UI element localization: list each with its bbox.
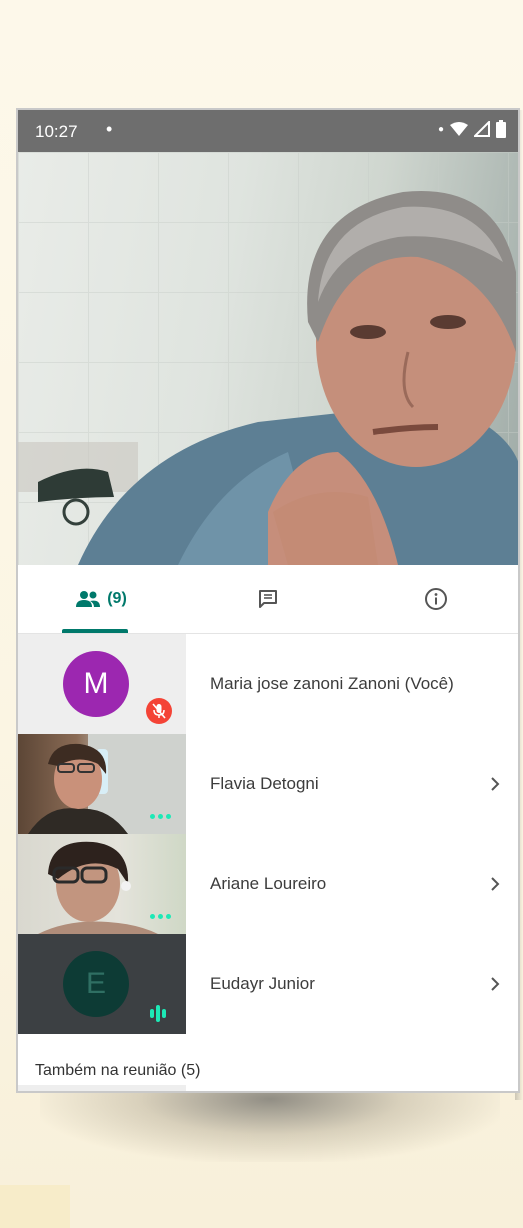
participant-name: Flavia Detogni [210, 774, 319, 793]
people-count: (9) [107, 590, 127, 607]
tab-selected-indicator [62, 629, 128, 633]
info-icon [425, 588, 447, 610]
participant-row[interactable]: M Maria jose zanoni Zanoni (Você) [18, 634, 518, 734]
muted-mic-icon [146, 698, 172, 724]
participant-row[interactable]: E Eudayr Junior [18, 934, 518, 1034]
next-participant-thumbnail-partial [18, 1085, 186, 1091]
more-options-dots-icon [150, 914, 171, 919]
status-icons: ● [438, 120, 506, 138]
background-patch [0, 1185, 70, 1228]
participant-thumbnail: E [18, 934, 186, 1034]
participant-thumbnail: M [18, 634, 186, 734]
battery-icon [496, 120, 506, 138]
avatar: M [63, 651, 129, 717]
tab-chat[interactable] [184, 565, 352, 633]
more-options-dots-icon [150, 814, 171, 819]
main-video-feed[interactable] [18, 152, 518, 565]
speaking-indicator-icon [150, 1005, 166, 1022]
also-in-meeting-heading: Também na reunião (5) [35, 1062, 201, 1079]
speaker-video-illustration [18, 191, 518, 565]
phone-shadow-bottom [40, 1092, 500, 1162]
chevron-right-icon [490, 934, 500, 1034]
participant-name: Ariane Loureiro [210, 874, 327, 893]
avatar: E [63, 951, 129, 1017]
participant-row[interactable]: Flavia Detogni [18, 734, 518, 834]
tab-people[interactable]: (9) [18, 565, 184, 633]
phone-screen: 10:27 • ● (9) M Maria jose zanoni Zanoni… [16, 108, 520, 1093]
people-icon [76, 591, 101, 607]
tab-bar: (9) [18, 565, 518, 634]
notification-dot: • [106, 119, 113, 139]
chat-icon [259, 590, 277, 608]
participant-video-thumbnail [18, 734, 186, 834]
participant-row[interactable]: Ariane Loureiro [18, 834, 518, 934]
chevron-right-icon [490, 834, 500, 934]
participant-name: Maria jose zanoni Zanoni (Você) [210, 674, 454, 693]
tab-info[interactable] [352, 565, 518, 633]
status-time: 10:27 [35, 122, 78, 141]
wifi-icon [450, 122, 468, 136]
chevron-right-icon [490, 734, 500, 834]
signal-icon [474, 121, 490, 137]
participant-name: Eudayr Junior [210, 974, 315, 993]
participant-video-illustration [38, 841, 158, 934]
participant-video-illustration [28, 734, 186, 834]
avatar-letter: M [83, 667, 109, 700]
dot-icon: ● [437, 123, 444, 135]
participant-video-thumbnail [18, 834, 186, 934]
status-bar: 10:27 • ● [18, 110, 518, 152]
avatar-letter: E [85, 967, 106, 1000]
